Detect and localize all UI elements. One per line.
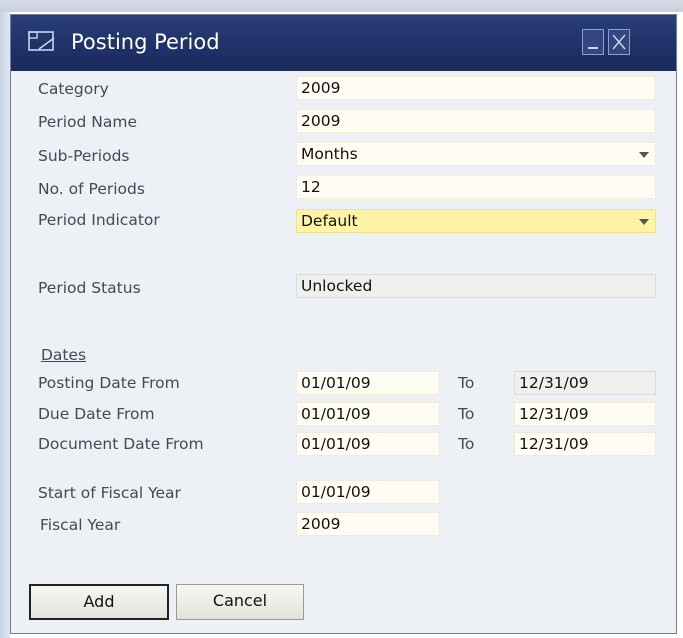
document-date-to-field[interactable]: 12/31/09 — [514, 432, 656, 456]
document-date-from-field[interactable]: 01/01/09 — [296, 432, 440, 456]
form-window-icon — [27, 29, 57, 55]
background-edge — [0, 12, 10, 638]
close-icon — [612, 34, 626, 50]
category-field[interactable]: 2009 — [296, 76, 656, 100]
chevron-down-icon[interactable] — [639, 219, 649, 225]
no-of-periods-field[interactable]: 12 — [296, 175, 656, 199]
minimize-button[interactable] — [582, 29, 604, 55]
chevron-down-icon[interactable] — [639, 152, 649, 158]
period-indicator-value: Default — [301, 212, 358, 230]
no-of-periods-label: No. of Periods — [38, 180, 145, 198]
sub-periods-dropdown[interactable]: Months — [296, 142, 656, 166]
document-date-to-label: To — [458, 435, 475, 453]
posting-date-from-field[interactable]: 01/01/09 — [296, 371, 440, 395]
due-date-to-label: To — [458, 405, 475, 423]
period-indicator-label: Period Indicator — [38, 211, 160, 229]
add-button[interactable]: Add — [29, 584, 169, 620]
close-button[interactable] — [608, 29, 630, 55]
period-indicator-dropdown[interactable]: Default — [296, 209, 656, 233]
title-bar[interactable]: Posting Period — [11, 15, 676, 71]
period-name-label: Period Name — [38, 113, 137, 131]
posting-date-label: Posting Date From — [38, 374, 180, 392]
document-date-label: Document Date From — [38, 435, 204, 453]
form-body: Category 2009 Period Name 2009 Sub-Perio… — [11, 71, 676, 633]
start-fiscal-year-label: Start of Fiscal Year — [38, 484, 181, 502]
cancel-button[interactable]: Cancel — [176, 584, 304, 620]
sub-periods-value: Months — [301, 145, 358, 163]
period-status-label: Period Status — [38, 279, 141, 297]
posting-date-to-label: To — [458, 374, 475, 392]
posting-period-window: Posting Period Category 2009 Period Name… — [10, 14, 677, 634]
background-strip — [0, 0, 683, 12]
due-date-label: Due Date From — [38, 405, 155, 423]
fiscal-year-field[interactable]: 2009 — [296, 512, 440, 536]
category-label: Category — [38, 80, 109, 98]
due-date-from-field[interactable]: 01/01/09 — [296, 402, 440, 426]
start-fiscal-year-field[interactable]: 01/01/09 — [296, 480, 440, 504]
period-name-field[interactable]: 2009 — [296, 109, 656, 133]
due-date-to-field[interactable]: 12/31/09 — [514, 402, 656, 426]
sub-periods-label: Sub-Periods — [38, 147, 130, 165]
period-status-field: Unlocked — [296, 274, 656, 298]
dates-section-title: Dates — [41, 346, 87, 364]
window-title: Posting Period — [71, 30, 220, 54]
fiscal-year-label: Fiscal Year — [40, 516, 121, 534]
posting-date-to-field: 12/31/09 — [514, 371, 656, 395]
minimize-icon — [588, 47, 598, 49]
